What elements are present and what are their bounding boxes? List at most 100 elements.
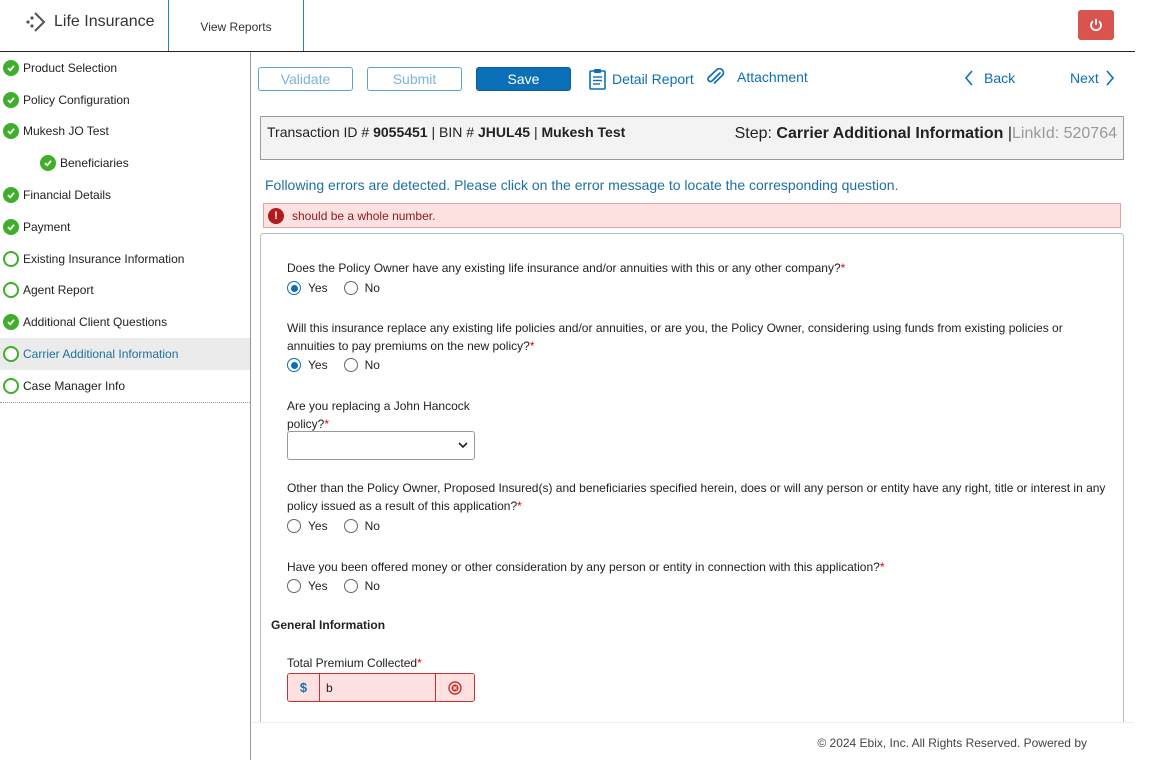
sidebar-item-beneficiaries[interactable]: Beneficiaries <box>0 147 250 179</box>
radio-label: No <box>364 519 380 533</box>
premium-input-group: $ b <box>287 673 475 702</box>
footer: © 2024 Ebix, Inc. All Rights Reserved. P… <box>252 722 1134 760</box>
step-label: Step: <box>734 125 772 142</box>
radio-button[interactable] <box>287 358 301 372</box>
view-reports-tab[interactable]: View Reports <box>168 0 304 51</box>
transaction-info: Transaction ID # 9055451 | BIN # JHUL45 … <box>267 124 625 140</box>
power-icon <box>1090 19 1102 32</box>
third-party-radios: Yes No <box>287 519 396 533</box>
report-icon <box>589 69 606 90</box>
sidebar-item-label: Payment <box>23 219 71 234</box>
radio-label: No <box>364 281 380 295</box>
circle-outline-icon <box>3 377 19 394</box>
question-replacement: Will this insurance replace any existing… <box>287 319 1107 355</box>
premium-input[interactable]: b <box>320 674 435 701</box>
radio-button[interactable] <box>343 281 358 295</box>
copyright-text: © 2024 Ebix, Inc. All Rights Reserved. P… <box>817 736 1087 750</box>
toolbar: Validate Submit Save Detail Report Attac… <box>252 52 1134 108</box>
circle-outline-icon <box>3 346 19 363</box>
sidebar-item-product-selection[interactable]: Product Selection <box>0 52 250 84</box>
question-third-party-interest: Other than the Policy Owner, Proposed In… <box>287 479 1107 515</box>
premium-label: Total Premium Collected* <box>287 654 422 672</box>
sidebar-item-additional-client-questions[interactable]: Additional Client Questions <box>0 306 250 338</box>
power-button[interactable] <box>1078 10 1114 40</box>
required-marker: * <box>324 417 330 431</box>
attachment-label: Attachment <box>737 69 808 85</box>
question-text: Will this insurance replace any existing… <box>287 321 1063 353</box>
save-button[interactable]: Save <box>476 67 571 91</box>
check-circle-icon <box>40 155 56 172</box>
sidebar-item-label: Carrier Additional Information <box>23 347 179 362</box>
sidebar: Product Selection Policy Configuration Muk… <box>0 52 251 760</box>
sidebar-item-label: Product Selection <box>23 60 118 75</box>
radio-label: No <box>364 358 380 372</box>
third-party-no[interactable]: No <box>343 519 380 533</box>
form-panel: Does the Policy Owner have any existing … <box>260 233 1124 733</box>
circle-outline-icon <box>3 282 19 299</box>
sidebar-item-policy-configuration[interactable]: Policy Configuration <box>0 84 250 116</box>
check-circle-icon <box>3 91 19 108</box>
check-circle-icon <box>3 314 19 331</box>
jh-replacement-select[interactable] <box>287 431 475 460</box>
error-message[interactable]: ! should be a whole number. <box>263 203 1121 228</box>
replacement-yes[interactable]: Yes <box>287 358 328 372</box>
back-button[interactable]: Back <box>964 70 1015 86</box>
existing-insurance-no[interactable]: No <box>343 281 380 295</box>
error-icon: ! <box>268 207 284 224</box>
radio-button[interactable] <box>343 579 358 593</box>
sidebar-item-existing-insurance-information[interactable]: Existing Insurance Information <box>0 243 250 275</box>
sidebar-item-payment[interactable]: Payment <box>0 211 250 243</box>
sidebar-item-label: Case Manager Info <box>23 378 126 393</box>
radio-button[interactable] <box>287 579 301 593</box>
sidebar-item-case-manager-info[interactable]: Case Manager Info <box>0 370 250 402</box>
app-logo[interactable]: Life Insurance <box>24 10 155 34</box>
clear-button[interactable] <box>435 674 474 701</box>
offered-money-yes[interactable]: Yes <box>287 579 328 593</box>
sidebar-item-financial-details[interactable]: Financial Details <box>0 179 250 211</box>
sidebar-nav: Product Selection Policy Configuration Muk… <box>0 52 250 403</box>
sidebar-item-label: Beneficiaries <box>60 156 129 171</box>
replacement-no[interactable]: No <box>343 358 380 372</box>
step-name: Carrier Additional Information <box>776 125 1004 142</box>
bin-label: | BIN # <box>431 124 475 140</box>
transaction-id-label: Transaction ID # <box>267 124 370 140</box>
radio-button[interactable] <box>343 358 358 372</box>
detail-report-label: Detail Report <box>612 71 694 87</box>
sidebar-item-carrier-additional-information[interactable]: Carrier Additional Information <box>0 338 250 370</box>
sidebar-item-label: Mukesh JO Test <box>23 124 109 139</box>
transaction-id: 9055451 <box>373 124 428 140</box>
next-button[interactable]: Next <box>1070 70 1115 86</box>
offered-money-radios: Yes No <box>287 579 396 593</box>
clear-x-icon <box>448 680 462 695</box>
required-marker: * <box>517 499 522 513</box>
existing-insurance-yes[interactable]: Yes <box>287 281 328 295</box>
validate-button[interactable]: Validate <box>258 67 353 91</box>
radio-label: Yes <box>308 358 328 372</box>
premium-label-text: Total Premium Collected <box>287 656 418 670</box>
submit-button[interactable]: Submit <box>367 67 462 91</box>
third-party-yes[interactable]: Yes <box>287 519 328 533</box>
detail-report-link[interactable]: Detail Report <box>588 68 694 90</box>
circle-outline-icon <box>3 250 19 267</box>
radio-label: Yes <box>308 519 328 533</box>
radio-button[interactable] <box>287 519 301 533</box>
question-text: Other than the Policy Owner, Proposed In… <box>287 481 1106 513</box>
check-circle-icon <box>3 59 19 76</box>
bin-value: JHUL45 <box>477 124 531 140</box>
main-content: Validate Submit Save Detail Report Attac… <box>252 52 1134 760</box>
radio-label: Yes <box>308 281 328 295</box>
sidebar-item-label: Policy Configuration <box>23 92 130 107</box>
sidebar-item-label: Additional Client Questions <box>23 315 168 330</box>
step-info: Step: Carrier Additional Information |Li… <box>735 125 1117 143</box>
sidebar-item-label: Existing Insurance Information <box>23 251 185 266</box>
sidebar-item-agent-report[interactable]: Agent Report <box>0 275 250 307</box>
radio-button[interactable] <box>287 281 301 295</box>
question-text: Does the Policy Owner have any existing … <box>287 261 841 275</box>
question-text: Have you been offered money or other con… <box>287 560 880 574</box>
question-offered-money: Have you been offered money or other con… <box>287 558 884 576</box>
attachment-link[interactable]: Attachment <box>705 68 808 86</box>
radio-button[interactable] <box>343 519 358 533</box>
sidebar-item-mukesh-jo-test[interactable]: Mukesh JO Test <box>0 116 250 148</box>
radio-label: No <box>364 579 380 593</box>
offered-money-no[interactable]: No <box>343 579 380 593</box>
